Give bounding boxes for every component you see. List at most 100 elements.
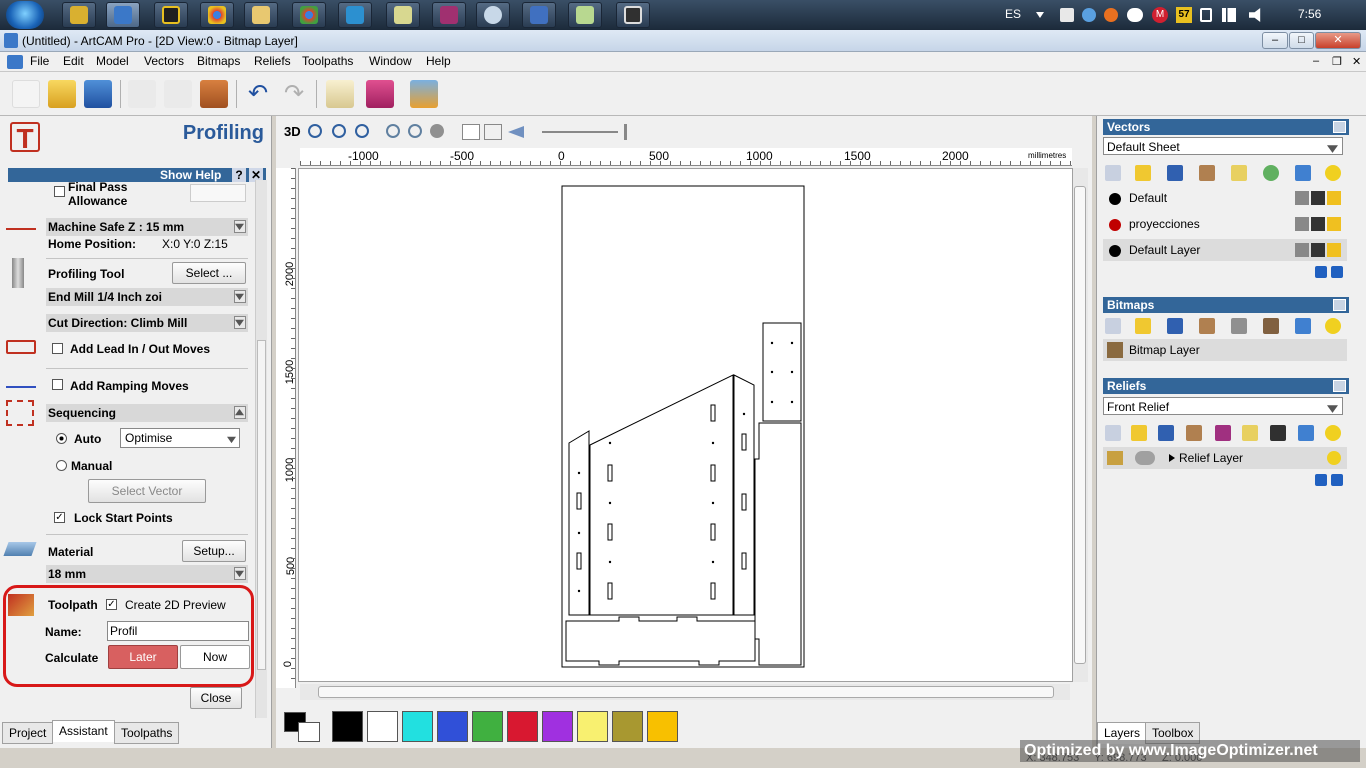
- notes-icon[interactable]: [326, 80, 354, 108]
- menu-toolpaths[interactable]: Toolpaths: [302, 54, 353, 68]
- close-button[interactable]: ✕: [1315, 32, 1361, 49]
- view-vertical-scrollbar[interactable]: [1072, 168, 1088, 682]
- taskbar-notepad[interactable]: [386, 2, 420, 28]
- collapse-reliefs-icon[interactable]: [1333, 380, 1346, 392]
- palette-color-3[interactable]: [437, 711, 468, 742]
- signal-icon[interactable]: [1222, 8, 1236, 22]
- relief-image-icon[interactable]: [1270, 425, 1286, 441]
- device-icon[interactable]: [1200, 8, 1212, 22]
- flag-icon[interactable]: [1060, 8, 1074, 22]
- taskbar-chrome[interactable]: [200, 2, 234, 28]
- open-bitmap-icon[interactable]: [1135, 318, 1151, 334]
- menu-file[interactable]: File: [30, 54, 49, 68]
- tab-toolpaths[interactable]: Toolpaths: [114, 722, 180, 744]
- auto-radio[interactable]: [56, 433, 67, 444]
- bitmap-layer-row[interactable]: Bitmap Layer: [1103, 339, 1347, 361]
- relief-move-up-icon[interactable]: [1315, 474, 1327, 486]
- show-help-bar[interactable]: Show Help ? ✕: [8, 168, 266, 182]
- cut-direction-row[interactable]: Cut Direction: Climb Mill: [46, 314, 248, 332]
- optimise-select[interactable]: Optimise: [120, 428, 240, 448]
- assistant-scrollbar[interactable]: [255, 180, 267, 718]
- collapse-vectors-icon[interactable]: [1333, 121, 1346, 133]
- relief-select[interactable]: Front Relief: [1103, 397, 1343, 415]
- material-setup-button[interactable]: Setup...: [182, 540, 246, 562]
- palette-color-8[interactable]: [612, 711, 643, 742]
- cut-icon[interactable]: [128, 80, 156, 108]
- delete-bitmap-icon[interactable]: [1295, 318, 1311, 334]
- paste-relief-icon[interactable]: [1186, 425, 1202, 441]
- node-mode-icon[interactable]: [484, 124, 502, 140]
- copy-icon[interactable]: [164, 80, 192, 108]
- menu-reliefs[interactable]: Reliefs: [254, 54, 291, 68]
- view-vscroll-thumb[interactable]: [1074, 186, 1086, 664]
- contrast-slider-thumb[interactable]: [624, 124, 627, 140]
- select-tool-button[interactable]: Select ...: [172, 262, 246, 284]
- volume-icon[interactable]: [1249, 8, 1261, 22]
- open-relief-icon[interactable]: [1131, 425, 1147, 441]
- taskbar-explorer[interactable]: [244, 2, 278, 28]
- tool-database-icon[interactable]: [410, 80, 438, 108]
- bitmap-props-icon[interactable]: [1231, 318, 1247, 334]
- palette-color-0[interactable]: [332, 711, 363, 742]
- new-relief-icon[interactable]: [1105, 425, 1121, 441]
- taskbar-app-3[interactable]: [154, 2, 188, 28]
- show-help-label[interactable]: Show Help: [160, 168, 221, 182]
- relief-stack-icon[interactable]: [1215, 425, 1231, 441]
- palette-color-6[interactable]: [542, 711, 573, 742]
- move-down-icon[interactable]: [1331, 266, 1343, 278]
- menu-edit[interactable]: Edit: [63, 54, 84, 68]
- relief-layer-row[interactable]: Relief Layer: [1103, 447, 1347, 469]
- zoom-in-icon[interactable]: [308, 124, 322, 138]
- bitmaps-header[interactable]: Bitmaps: [1103, 297, 1349, 313]
- palette-color-2[interactable]: [402, 711, 433, 742]
- tab-assistant[interactable]: Assistant: [52, 720, 115, 742]
- secondary-color-swatch[interactable]: [298, 722, 320, 742]
- taskbar-chrome-2[interactable]: [292, 2, 326, 28]
- menu-help[interactable]: Help: [426, 54, 451, 68]
- start-button[interactable]: [6, 1, 44, 29]
- calculate-now-button[interactable]: Now: [180, 645, 250, 669]
- palette-color-1[interactable]: [367, 711, 398, 742]
- sheet-select[interactable]: Default Sheet: [1103, 137, 1343, 155]
- ramping-checkbox[interactable]: [52, 379, 63, 390]
- toolpath-name-input[interactable]: [107, 621, 249, 641]
- menu-model[interactable]: Model: [96, 54, 129, 68]
- layer-props-icon[interactable]: [1231, 165, 1247, 181]
- mdi-minimize-icon[interactable]: –: [1313, 55, 1319, 67]
- delete-relief-icon[interactable]: [1298, 425, 1314, 441]
- layer-default[interactable]: Default: [1103, 187, 1347, 209]
- create-preview-checkbox[interactable]: ✓: [106, 599, 117, 610]
- sequencing-row[interactable]: Sequencing: [46, 404, 248, 422]
- maximize-button[interactable]: □: [1289, 32, 1314, 49]
- menu-vectors[interactable]: Vectors: [144, 54, 184, 68]
- taskbar-app-12[interactable]: [616, 2, 650, 28]
- mcafee-icon[interactable]: M: [1152, 7, 1168, 23]
- lightbulb-icon[interactable]: [1325, 165, 1341, 181]
- select-vector-button[interactable]: Select Vector: [88, 479, 206, 503]
- palette-color-4[interactable]: [472, 711, 503, 742]
- view-hscroll-thumb[interactable]: [318, 686, 1054, 698]
- redo-icon[interactable]: ↷: [280, 80, 308, 108]
- save-layer-icon[interactable]: [1167, 165, 1183, 181]
- relief-lightbulb-icon[interactable]: [1325, 425, 1341, 441]
- mdi-restore-icon[interactable]: ❐: [1332, 55, 1342, 68]
- merge-layer-icon[interactable]: [1263, 165, 1279, 181]
- paste-icon[interactable]: [200, 80, 228, 108]
- reliefs-header[interactable]: Reliefs: [1103, 378, 1349, 394]
- taskbar-app-10[interactable]: [522, 2, 556, 28]
- safe-z-row[interactable]: Machine Safe Z : 15 mm: [46, 218, 248, 236]
- clock[interactable]: 7:56: [1298, 7, 1321, 21]
- vectors-header[interactable]: Vectors: [1103, 119, 1349, 135]
- paste-layer-icon[interactable]: [1199, 165, 1215, 181]
- help-question-icon[interactable]: ?: [232, 168, 246, 182]
- zoom-out-icon[interactable]: [332, 124, 346, 138]
- new-file-icon[interactable]: [12, 80, 40, 108]
- expand-arrow-icon[interactable]: [1169, 454, 1175, 462]
- paste-bitmap-icon[interactable]: [1199, 318, 1215, 334]
- collapse-bitmaps-icon[interactable]: [1333, 299, 1346, 311]
- relief-visibility-icon[interactable]: [1327, 451, 1341, 465]
- cloud-icon[interactable]: [1082, 8, 1096, 22]
- layer-color-dot[interactable]: [1109, 219, 1121, 231]
- layer-color-dot[interactable]: [1109, 193, 1121, 205]
- lead-in-checkbox[interactable]: [52, 343, 63, 354]
